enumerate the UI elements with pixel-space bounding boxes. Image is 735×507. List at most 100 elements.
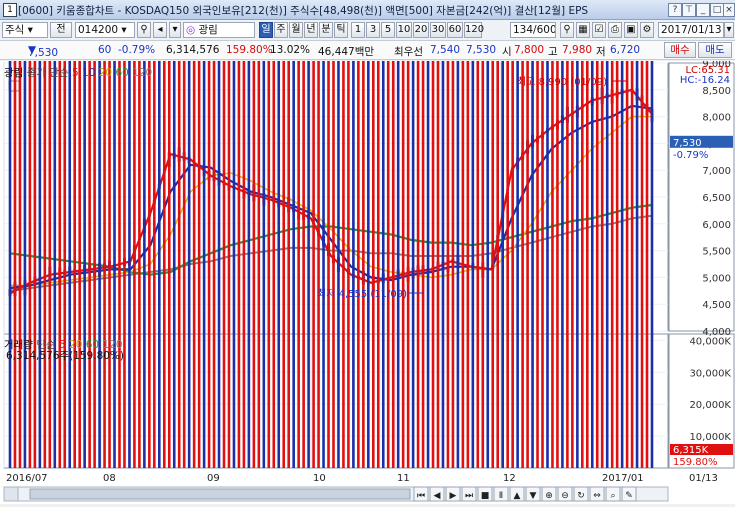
grid-icon[interactable]: ▦ — [576, 22, 590, 38]
sound-icon[interactable]: ◂ — [153, 22, 167, 38]
period-button[interactable]: 일 — [259, 22, 273, 38]
x-tick-label: 01/13 — [689, 473, 718, 484]
stock-name-field[interactable]: ◎ 광림 — [183, 22, 255, 38]
x-tick-label: 08 — [103, 473, 116, 484]
scroll-control-icon: ⇔ — [593, 491, 601, 501]
volume-bar — [396, 0, 400, 468]
quote-bar: 7,530 ▼ 60 -0.79% 6,314,576 159.80% 13.0… — [0, 41, 735, 60]
volume-bar — [128, 0, 131, 468]
price-tick-label: 6,500 — [702, 193, 731, 204]
interval-button[interactable]: 30 — [430, 22, 446, 38]
legend-ma-label: 종가 단순 — [26, 67, 69, 79]
period-button[interactable]: 주 — [274, 22, 288, 38]
volume-bar — [267, 0, 271, 468]
maximize-icon[interactable]: □ — [710, 3, 724, 17]
x-tick-label: 2017/01 — [602, 473, 644, 484]
volume-bar — [571, 0, 574, 468]
volume-bar — [148, 0, 151, 468]
chart-toolbar: 주식 ▾ 전 014200 ▾ ⚲ ◂ ▾ ◎ 광림 일 주 월 년 분 틱 1 3 5 10 20… — [0, 20, 735, 41]
scroll-control-icon: ↻ — [577, 491, 585, 501]
period-button[interactable]: 월 — [289, 22, 303, 38]
volume-bar — [287, 0, 290, 468]
interval-button[interactable]: 60 — [447, 22, 463, 38]
volume-bar — [232, 0, 236, 468]
volume-bar — [43, 0, 47, 468]
volume-bar — [277, 0, 281, 468]
volume-bar — [625, 0, 629, 468]
checkbox-icon[interactable]: ☑ — [592, 22, 606, 38]
volume-bar — [590, 0, 594, 468]
volume-bar — [436, 0, 440, 468]
volume-bar — [162, 0, 166, 468]
save-icon[interactable]: ▣ — [624, 22, 638, 38]
interval-button[interactable]: 3 — [366, 22, 380, 38]
pin-icon[interactable]: ⊤ — [682, 3, 696, 17]
volume-bar — [501, 0, 504, 468]
stock-code-input[interactable]: 014200 ▾ — [75, 22, 135, 38]
close-icon[interactable]: × — [723, 3, 735, 17]
data-count-field[interactable]: 134/600 — [510, 22, 556, 38]
volume-bar — [153, 0, 156, 468]
preferred-label: 최우선 — [394, 46, 423, 58]
volume-bar — [381, 0, 385, 468]
volume-bar — [247, 0, 251, 468]
volume-tick-label: 10,000K — [689, 432, 731, 443]
high-label: 고 — [548, 46, 558, 58]
interval-button[interactable]: 20 — [413, 22, 429, 38]
search-icon[interactable]: ⚲ — [137, 22, 151, 38]
volume-bar — [98, 0, 101, 468]
volume-bar — [8, 0, 12, 468]
help-icon[interactable]: ? — [668, 3, 682, 17]
period-button[interactable]: 년 — [304, 22, 318, 38]
dropdown-icon[interactable]: ▾ — [169, 22, 181, 38]
interval-button[interactable]: 1 — [351, 22, 365, 38]
volume-bar — [202, 0, 206, 468]
minimize-icon[interactable]: _ — [696, 3, 710, 17]
volume-bar — [451, 0, 455, 468]
volume-tick-label: 40,000K — [689, 336, 731, 347]
volume-bar — [615, 0, 619, 468]
volume-bar — [531, 0, 534, 468]
volume-bar — [421, 0, 425, 468]
x-tick-label: 12 — [503, 473, 516, 484]
volume-bar — [630, 0, 634, 468]
current-volume-text: 6,314,576주(159.80%) — [6, 350, 125, 362]
search-icon-2[interactable]: ⚲ — [560, 22, 574, 38]
sell-button[interactable]: 매도 — [698, 42, 732, 58]
window-number-icon[interactable]: 1 — [3, 3, 17, 17]
chart-area[interactable]: 9,0008,5008,0007,5007,0006,5006,0005,500… — [0, 0, 735, 504]
open-price: 7,800 — [514, 44, 545, 56]
interval-button[interactable]: 120 — [464, 22, 484, 38]
volume-bar — [108, 0, 111, 468]
volume-bar — [237, 0, 241, 468]
date-dropdown-icon[interactable]: ▾ — [724, 22, 734, 38]
date-input[interactable]: 2017/01/13 — [658, 22, 724, 38]
volume-bar — [506, 0, 509, 468]
scroll-control-icon: ✎ — [625, 491, 633, 501]
volume-bar — [401, 0, 405, 468]
print-icon[interactable]: ⎙ — [608, 22, 622, 38]
scroll-control-icon: ⌕ — [610, 491, 615, 501]
volume-bar — [93, 0, 96, 468]
scroll-control-icon: ◀ — [434, 491, 441, 501]
interval-button[interactable]: 10 — [396, 22, 412, 38]
volume-bar — [441, 0, 445, 468]
volume-ratio: 159.80% — [226, 44, 273, 56]
volume-bar — [352, 0, 355, 468]
volume-bar — [103, 0, 106, 468]
period-button[interactable]: 분 — [319, 22, 333, 38]
interval-button[interactable]: 5 — [381, 22, 395, 38]
settings-icon[interactable]: ⚙ — [640, 22, 654, 38]
buy-button[interactable]: 매수 — [664, 42, 696, 58]
scroll-control-icon: ⏮ — [417, 491, 425, 501]
chart-svg[interactable]: 9,0008,5008,0007,5007,0006,5006,0005,500… — [0, 0, 735, 504]
volume-bar — [461, 0, 465, 468]
volume-bar — [257, 0, 261, 468]
period-button[interactable]: 틱 — [334, 22, 348, 38]
prev-button[interactable]: 전 — [50, 22, 72, 38]
scroll-control-icon: ■ — [481, 491, 490, 501]
volume-bar — [292, 0, 295, 468]
volume-bar — [143, 0, 146, 468]
volume-bar — [576, 0, 579, 468]
market-select[interactable]: 주식 ▾ — [2, 22, 48, 38]
